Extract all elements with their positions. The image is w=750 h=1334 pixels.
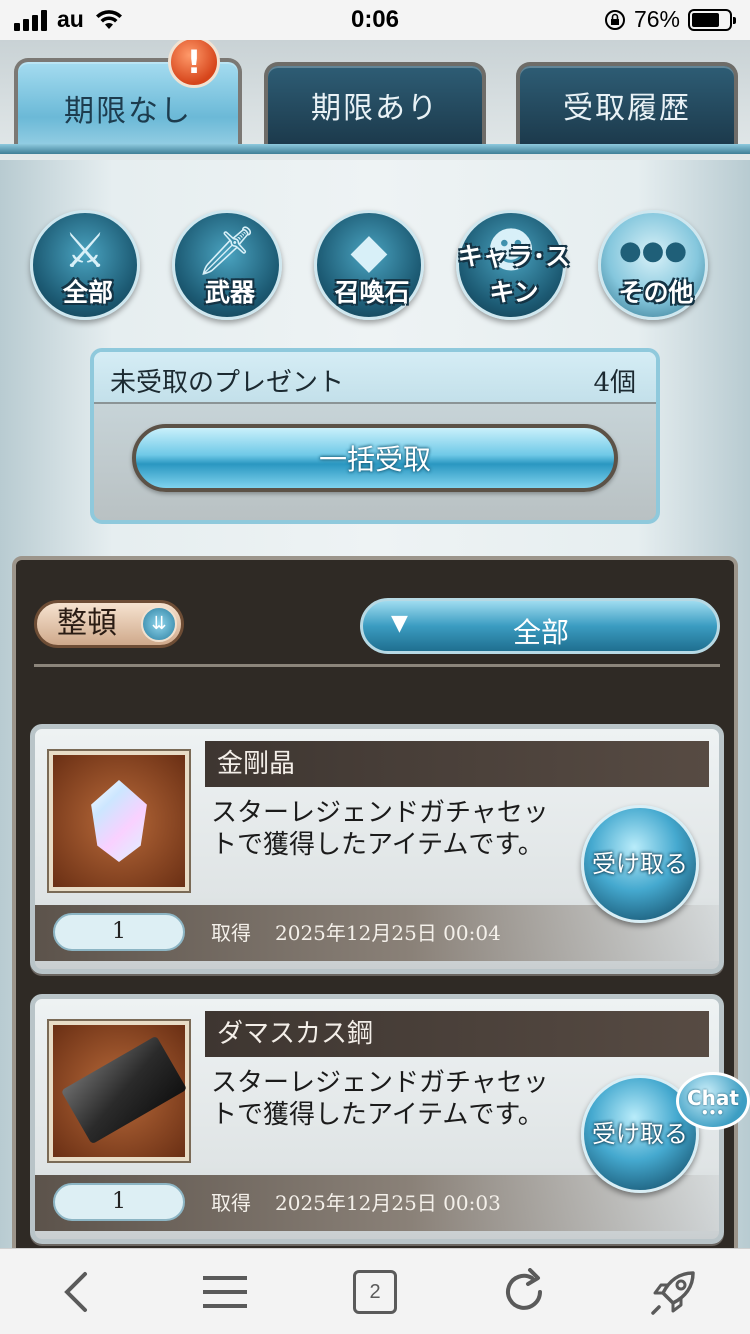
list-item: 金剛晶 スターレジェンドガチャセットで獲得したアイテムです。 1 取得 2025…: [30, 724, 724, 974]
more-dots-icon: ●●●: [618, 236, 688, 266]
back-button[interactable]: [46, 1267, 106, 1317]
reload-icon: [506, 1268, 542, 1310]
category-label: 武器: [204, 278, 255, 307]
acquired-label: 取得: [211, 1191, 251, 1215]
category-label: その他: [618, 278, 694, 307]
chat-button[interactable]: Chat •••: [676, 1072, 750, 1130]
dropdown-arrow-icon: ▼: [391, 611, 408, 636]
present-header: 未受取のプレゼント 4個: [94, 352, 656, 404]
filter-value: 全部: [513, 616, 570, 649]
divider: [34, 664, 720, 667]
tabs-button[interactable]: 2: [345, 1267, 405, 1317]
acquired-label: 取得: [211, 921, 251, 945]
bulk-receive-button[interactable]: 一括受取: [132, 424, 618, 492]
tab-history[interactable]: 受取履歴: [516, 62, 738, 144]
rocket-button[interactable]: [644, 1267, 704, 1317]
orientation-lock-icon: [604, 9, 625, 30]
acquired-date: 2025年12月25日 00:03: [275, 1191, 501, 1215]
category-label: キャラ･スキン: [457, 242, 571, 307]
sword-icon: 🗡: [196, 223, 258, 279]
crystal-icon: ◆: [350, 223, 388, 279]
reload-button[interactable]: [494, 1267, 554, 1317]
item-description: スターレジェンドガチャセットで獲得したアイテムです。: [211, 1068, 549, 1130]
sort-button[interactable]: 整頓 ⇊: [34, 600, 184, 648]
tab-label: 期限あり: [311, 91, 439, 126]
bulk-receive-label: 一括受取: [318, 443, 431, 476]
category-other-button[interactable]: ●●● その他: [598, 210, 708, 320]
present-list-panel: 整頓 ⇊ ▼ 全部 金剛晶 スターレジェンドガチャセットで獲得したアイテムです。…: [12, 556, 738, 1248]
sort-chevron-icon: ⇊: [141, 606, 177, 642]
present-count: 4個: [593, 368, 636, 398]
category-summon-button[interactable]: ◆ 召喚石: [314, 210, 424, 320]
tab-label: 期限なし: [64, 94, 192, 129]
sort-label: 整頓: [57, 606, 117, 641]
category-weapon-button[interactable]: 🗡 武器: [172, 210, 282, 320]
tab-underline: [0, 144, 750, 154]
unclaimed-present-panel: 未受取のプレゼント 4個 一括受取: [90, 348, 660, 524]
battery-icon: [688, 8, 736, 31]
item-thumbnail: [49, 1021, 189, 1161]
item-name: ダマスカス鋼: [205, 1011, 709, 1057]
present-title: 未受取のプレゼント: [110, 368, 345, 398]
battery-fill: [692, 12, 720, 27]
steel-ingot-icon: [60, 1035, 188, 1145]
menu-icon: [203, 1276, 247, 1308]
chat-dots-icon: •••: [701, 1106, 725, 1120]
game-view: 期限なし ! 期限あり 受取履歴 ⚔ 全部 🗡 武器 ◆ 召喚石 ☻ キャラ･ス…: [0, 40, 750, 1248]
tab-label: 受取履歴: [563, 91, 691, 126]
rocket-icon: [651, 1271, 695, 1315]
status-bar: au 0:06 76%: [0, 0, 750, 40]
item-thumbnail: [49, 751, 189, 891]
filter-dropdown[interactable]: ▼ 全部: [360, 598, 720, 654]
list-item: ダマスカス鋼 スターレジェンドガチャセットで獲得したアイテムです。 1 取得 2…: [30, 994, 724, 1244]
item-name: 金剛晶: [205, 741, 709, 787]
tab-with-expiry[interactable]: 期限あり: [264, 62, 486, 144]
category-label: 召喚石: [334, 278, 410, 307]
receive-button[interactable]: 受け取る: [581, 805, 699, 923]
tabs-icon: 2: [353, 1270, 397, 1314]
crystal-gem-icon: [91, 780, 147, 862]
category-label: 全部: [62, 278, 113, 307]
battery-percent: 76%: [633, 6, 680, 32]
item-quantity: 1: [53, 913, 185, 951]
category-all-button[interactable]: ⚔ 全部: [30, 210, 140, 320]
menu-button[interactable]: [195, 1267, 255, 1317]
back-icon: [64, 1272, 87, 1312]
category-character-button[interactable]: ☻ キャラ･スキン: [456, 210, 570, 320]
item-quantity: 1: [53, 1183, 185, 1221]
all-items-icon: ⚔: [63, 223, 107, 279]
status-right: 76%: [604, 6, 736, 33]
acquired-date: 2025年12月25日 00:04: [275, 921, 501, 945]
browser-toolbar: 2: [0, 1248, 750, 1334]
item-description: スターレジェンドガチャセットで獲得したアイテムです。: [211, 798, 549, 860]
